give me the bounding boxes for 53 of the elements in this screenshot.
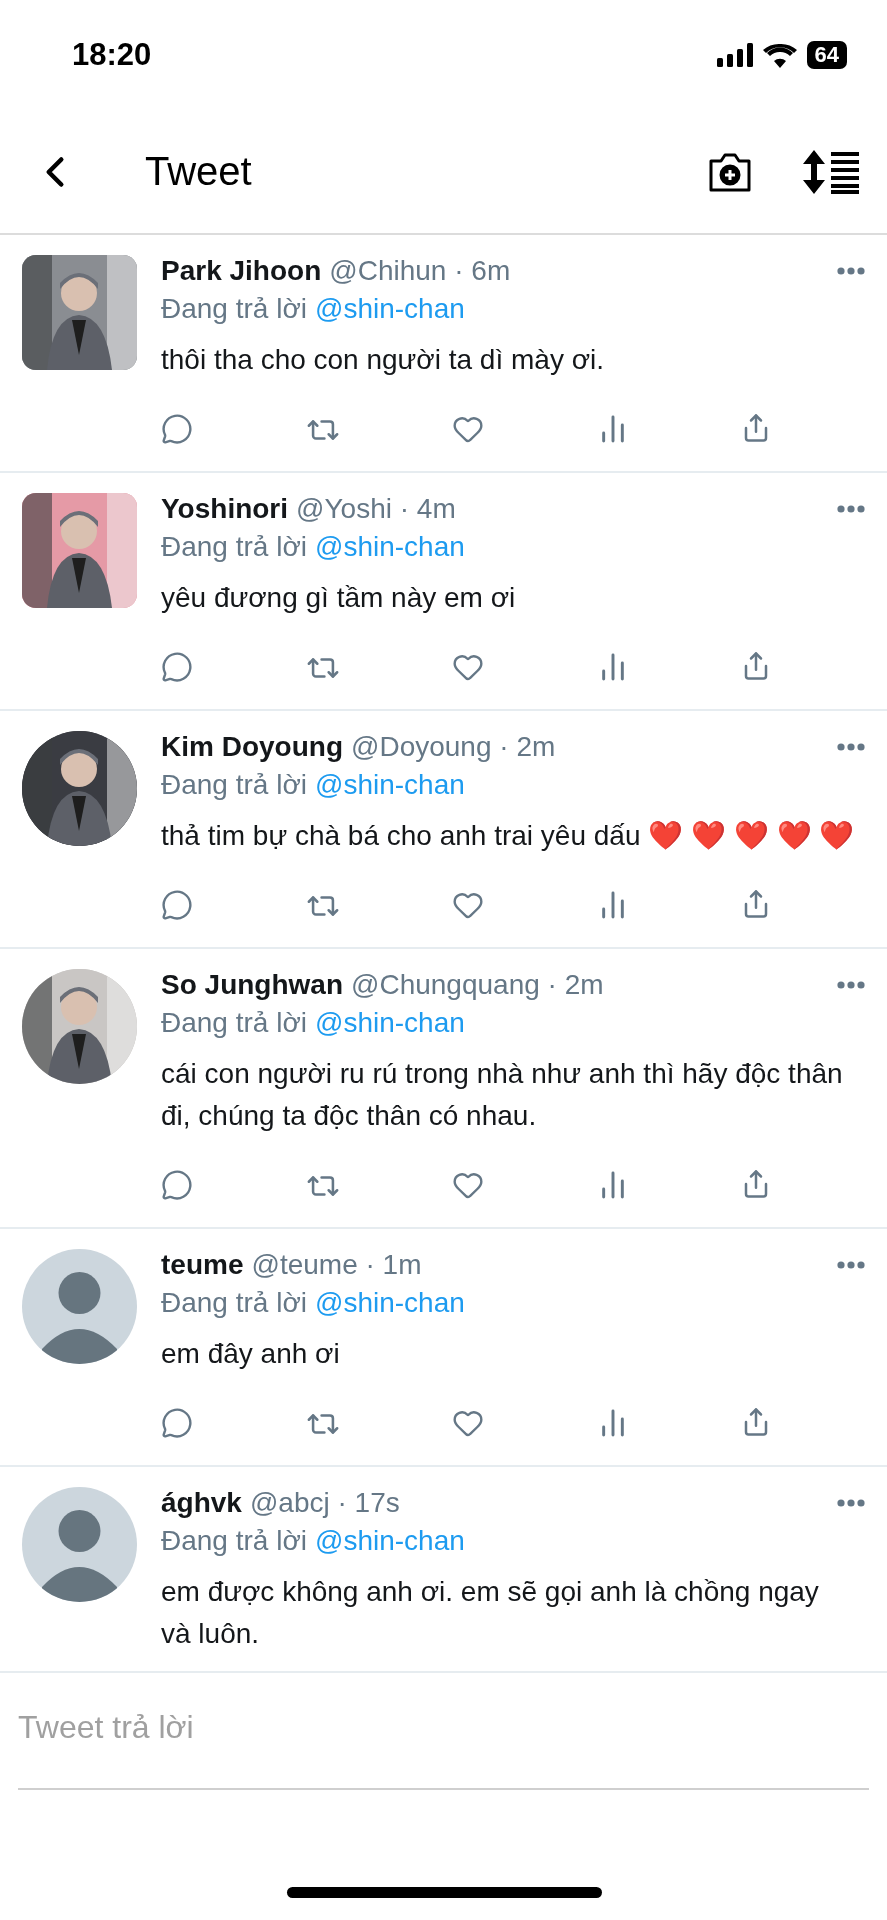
more-icon [837, 743, 865, 751]
user-name: Park Jihoon [161, 255, 322, 287]
user-handle: @Chihun · 6m [329, 255, 512, 287]
more-icon [837, 267, 865, 275]
user-name: Yoshinori [161, 493, 289, 525]
more-button[interactable] [837, 505, 865, 513]
mention-link[interactable]: @shin-chan [315, 1525, 465, 1557]
user-name: teume [161, 1249, 244, 1281]
tweet-text: cái con người ru rú trong nhà như anh thì hãy độc thân đi, chúng ta độc thân có nhau. [161, 1057, 844, 1133]
clock-time: 18:20 [72, 37, 152, 73]
user-handle: @Doyoung · 2m [351, 731, 557, 763]
more-icon [837, 1261, 865, 1269]
wifi-icon [762, 42, 797, 68]
reply-label: Đang trả lời [161, 1287, 307, 1319]
mention-link[interactable]: @shin-chan [315, 531, 465, 563]
reply-button[interactable] [161, 1407, 193, 1441]
reply-label: Đang trả lời [161, 1525, 307, 1557]
more-icon [837, 1499, 865, 1507]
tweet-text: thôi tha cho con người ta dì mày ơi. [161, 343, 606, 377]
more-icon [837, 981, 865, 989]
battery-level: 64 [806, 40, 847, 70]
mention-link[interactable]: @shin-chan [315, 1287, 465, 1319]
user-name: Kim Doyoung [161, 731, 343, 763]
reply-button[interactable] [161, 1169, 193, 1203]
more-button[interactable] [837, 981, 865, 989]
user-handle: @abcj · 17s [249, 1487, 401, 1519]
more-icon [837, 505, 865, 513]
more-button[interactable] [837, 743, 865, 751]
reply-label: Đang trả lời [161, 1007, 307, 1039]
signal-icon [716, 43, 753, 67]
user-handle: @teume · 1m [251, 1249, 423, 1281]
user-name: So Junghwan [161, 969, 343, 1001]
reply-label: Đang trả lời [161, 293, 307, 325]
user-handle: @Yoshi · 4m [296, 493, 457, 525]
more-button[interactable] [837, 1261, 865, 1269]
mention-link[interactable]: @shin-chan [315, 1007, 465, 1039]
reply-button[interactable] [161, 651, 193, 685]
mention-link[interactable]: @shin-chan [315, 293, 465, 325]
reply-label: Đang trả lời [161, 531, 307, 563]
tweet-text: thả tim bự chà bá cho anh trai yêu dấu ❤ ❤ ❤ ❤ ❤ [161, 819, 856, 853]
user-name: ághvk [161, 1487, 242, 1519]
tweet-text: yêu đương gì tầm này em ơi [161, 581, 517, 615]
page-title: Tweet [145, 149, 253, 194]
more-button[interactable] [837, 1499, 865, 1507]
tweet-text: em được không anh ơi. em sẽ gọi anh là chồng ngay và luôn. [161, 1575, 820, 1651]
reply-button[interactable] [161, 889, 193, 923]
user-handle: @Chungquang · 2m [351, 969, 605, 1001]
more-button[interactable] [837, 267, 865, 275]
sort-button[interactable] [803, 149, 859, 194]
tweet-text: em đây anh ơi [161, 1337, 341, 1371]
mention-link[interactable]: @shin-chan [315, 769, 465, 801]
reply-label: Đang trả lời [161, 769, 307, 801]
reply-button[interactable] [161, 413, 193, 447]
